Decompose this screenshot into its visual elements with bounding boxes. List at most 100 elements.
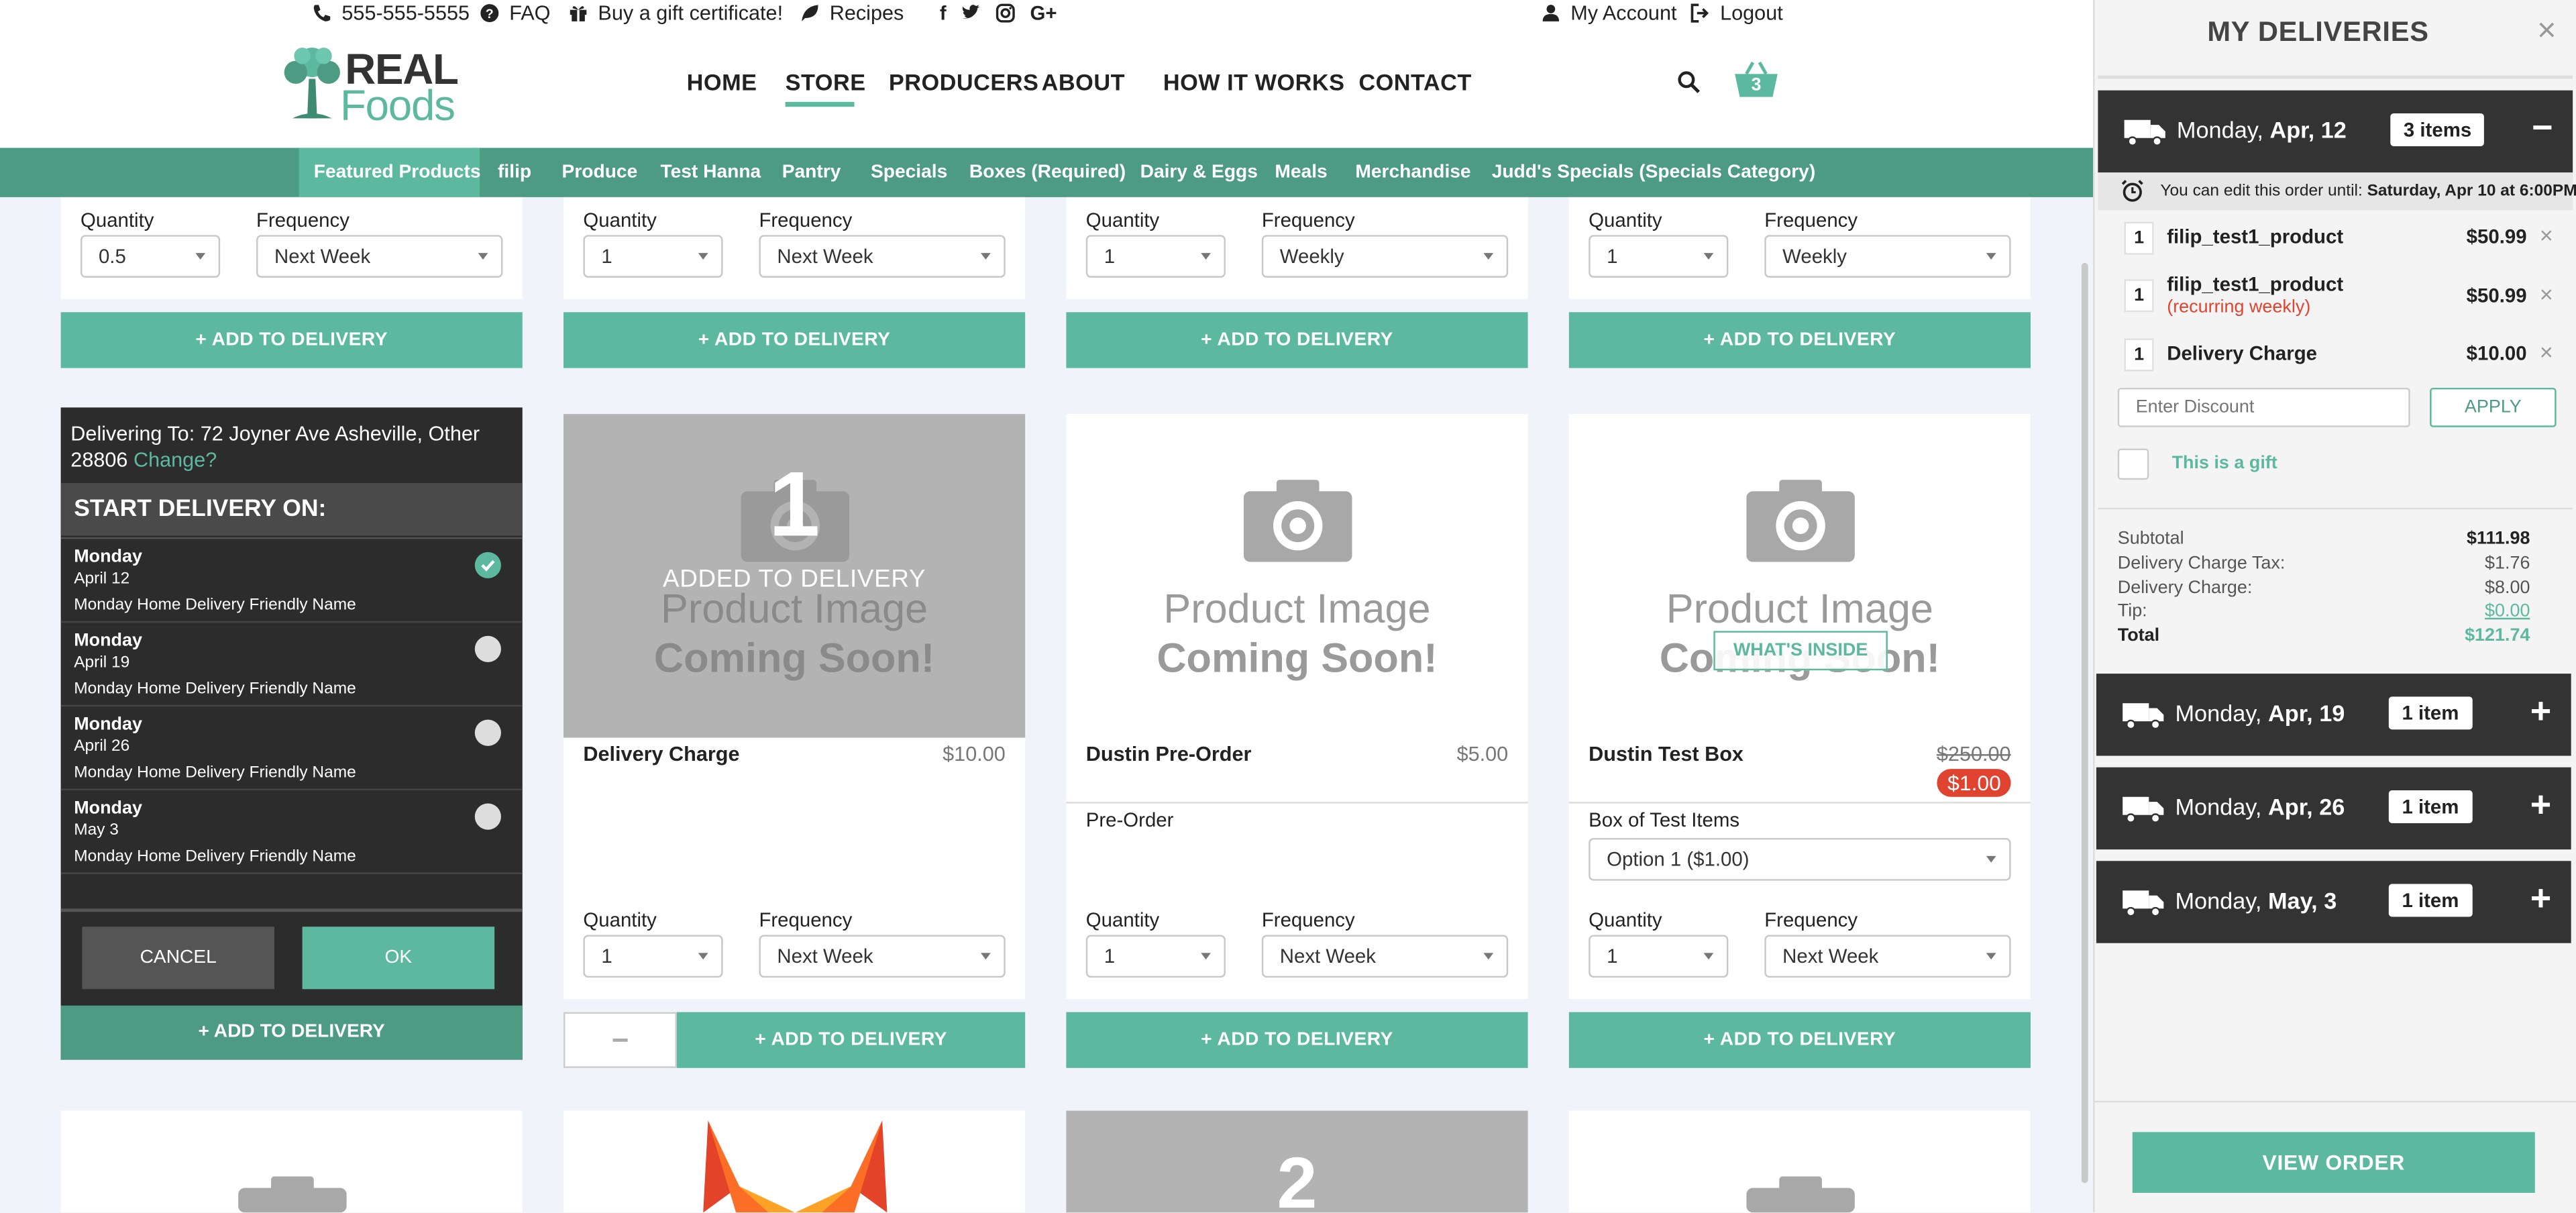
frequency-select[interactable]: Next Week [759,935,1006,978]
gift-checkbox[interactable] [2117,448,2149,480]
remove-item-icon[interactable]: × [2540,281,2553,307]
add-to-delivery-button[interactable]: + ADD TO DELIVERY [60,312,523,368]
product-card: Quantity Frequency 1 Weekly [1066,197,1528,299]
box-option-select[interactable]: Option 1 ($1.00) [1589,837,2011,881]
add-to-delivery-button[interactable]: + ADD TO DELIVERY [1568,1012,2031,1068]
image-placeholder: Product Image Coming Soon! [564,585,1025,684]
facebook-icon[interactable]: f [940,1,947,24]
add-to-delivery-button[interactable]: + ADD TO DELIVERY [676,1012,1026,1068]
product-card [1568,1110,2031,1213]
google-plus-icon[interactable]: G+ [1030,1,1057,24]
delivery-header-may-3[interactable]: Monday, May, 3 1 item + [2096,861,2571,943]
category-filip[interactable]: filip [498,148,531,197]
selected-check-icon[interactable] [474,551,501,579]
expand-icon[interactable]: + [2530,784,2551,827]
remove-one-button[interactable]: − [564,1012,677,1068]
nav-home[interactable]: HOME [687,69,757,95]
frequency-select[interactable]: Weekly [1261,235,1509,278]
quantity-select[interactable]: 1 [583,935,723,978]
frequency-select[interactable]: Next Week [1261,935,1509,978]
search-icon[interactable] [1677,70,1700,93]
delivery-header-apr-26[interactable]: Monday, Apr, 26 1 item + [2096,767,2571,850]
logout-link[interactable]: Logout [1690,1,1783,25]
category-featured-products[interactable]: Featured Products [314,148,481,197]
frequency-select[interactable]: Next Week [1764,935,2011,978]
product-image[interactable]: Product Image Coming Soon! WHAT'S INSIDE [1569,414,2031,737]
quantity-select[interactable]: 1 [1589,935,1729,978]
close-icon[interactable]: × [2537,13,2557,51]
quantity-select[interactable]: 1 [1589,235,1729,278]
change-address-link[interactable]: Change? [133,449,217,472]
radio-button[interactable] [474,635,501,662]
tip-link[interactable]: $0.00 [2485,601,2530,621]
divider [2098,75,2573,79]
category-meals[interactable]: Meals [1275,148,1327,197]
phone-link[interactable]: 555-555-5555 [312,1,470,25]
remove-item-icon[interactable]: × [2540,222,2553,248]
expand-icon[interactable]: + [2530,878,2551,920]
delivery-header-apr-19[interactable]: Monday, Apr, 19 1 item + [2096,674,2571,756]
box-option-value: Option 1 ($1.00) [1607,847,1750,871]
frequency-select[interactable]: Next Week [256,235,503,278]
nav-producers[interactable]: PRODUCERS [889,69,1039,95]
add-to-delivery-button[interactable]: + ADD TO DELIVERY [60,1005,523,1060]
add-to-delivery-button[interactable]: + ADD TO DELIVERY [1066,312,1528,368]
frequency-select[interactable]: Next Week [759,235,1006,278]
truck-icon [2123,796,2164,823]
quantity-select[interactable]: 1 [1085,935,1226,978]
ok-button[interactable]: OK [302,927,495,990]
recipes-link[interactable]: Recipes [800,1,904,25]
gift-checkbox-label[interactable]: This is a gift [2172,454,2277,473]
instagram-icon[interactable] [996,3,1015,23]
radio-button[interactable] [474,803,501,830]
twitter-icon[interactable] [961,3,981,23]
view-order-button[interactable]: VIEW ORDER [2132,1132,2535,1193]
delivery-option[interactable]: Monday May 3 Monday Home Delivery Friend… [60,790,523,874]
collapse-icon[interactable]: − [2532,107,2553,150]
category-pantry[interactable]: Pantry [782,148,841,197]
category-produce[interactable]: Produce [562,148,638,197]
nav-about[interactable]: ABOUT [1042,69,1125,95]
product-name[interactable]: Delivery Charge [583,743,739,766]
quantity-select[interactable]: 0.5 [80,235,221,278]
delivery-option[interactable]: Monday April 26 Monday Home Delivery Fri… [60,706,523,790]
discount-input[interactable] [2117,387,2410,427]
option-date: May 3 [74,821,119,840]
quantity-select[interactable]: 1 [583,235,723,278]
category-boxes-required[interactable]: Boxes (Required) [969,148,1126,197]
add-to-delivery-button[interactable]: + ADD TO DELIVERY [1066,1012,1528,1068]
whats-inside-button[interactable]: WHAT'S INSIDE [1713,631,1888,671]
remove-item-icon[interactable]: × [2540,338,2553,364]
real-foods-logo[interactable]: REAL Foods [279,40,460,127]
product-image[interactable]: Product Image Coming Soon! [1066,414,1527,737]
radio-button[interactable] [474,719,501,746]
quantity-select[interactable]: 1 [1085,235,1226,278]
add-to-delivery-button[interactable]: + ADD TO DELIVERY [564,312,1026,368]
delivery-option[interactable]: Monday April 12 Monday Home Delivery Fri… [60,539,523,623]
category-test-hanna[interactable]: Test Hanna [660,148,761,197]
category-judds-specials[interactable]: Judd's Specials (Specials Category) [1492,148,1816,197]
category-dairy-eggs[interactable]: Dairy & Eggs [1140,148,1258,197]
category-specials[interactable]: Specials [871,148,947,197]
cancel-button[interactable]: CANCEL [82,927,274,990]
nav-how-it-works[interactable]: HOW IT WORKS [1163,69,1345,95]
nav-contact[interactable]: CONTACT [1358,69,1471,95]
edit-deadline-note: You can edit this order until: Saturday,… [2098,172,2576,211]
delivery-header-apr-12[interactable]: Monday, Apr, 12 3 items − [2098,90,2573,173]
my-account-link[interactable]: My Account [1541,1,1677,25]
nav-store[interactable]: STORE [786,69,866,95]
frequency-value: Next Week [1782,945,1879,968]
gift-certificate-link[interactable]: Buy a gift certificate! [568,1,783,25]
apply-discount-button[interactable]: APPLY [2430,387,2557,427]
delivery-option[interactable]: Monday April 19 Monday Home Delivery Fri… [60,623,523,707]
frequency-select[interactable]: Weekly [1764,235,2011,278]
product-image[interactable]: Product Image Coming Soon! 1 ADDED TO DE… [564,414,1026,738]
product-name[interactable]: Dustin Pre-Order [1086,743,1252,766]
add-to-delivery-button[interactable]: + ADD TO DELIVERY [1568,312,2031,368]
cart-button[interactable]: 3 [1733,59,1780,99]
faq-link[interactable]: ? FAQ [480,1,550,25]
product-name[interactable]: Dustin Test Box [1589,743,1743,766]
expand-icon[interactable]: + [2530,690,2551,733]
category-merchandise[interactable]: Merchandise [1355,148,1470,197]
panel-scrollbar[interactable] [2081,262,2088,1183]
